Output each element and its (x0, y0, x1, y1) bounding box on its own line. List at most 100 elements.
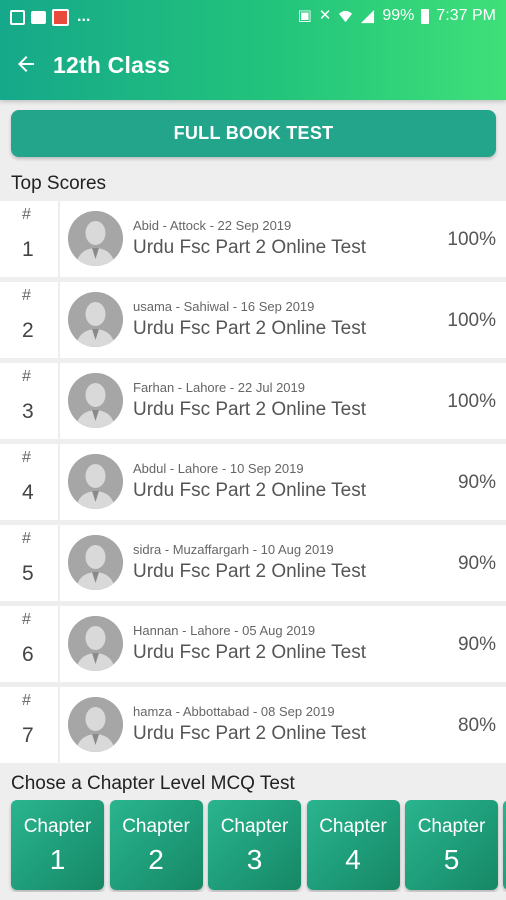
chapters-title: Chose a Chapter Level MCQ Test (11, 773, 295, 794)
nfc-icon: ▣ (297, 7, 312, 24)
rank-hash-label: # (22, 611, 31, 628)
rank-hash-label: # (22, 449, 31, 466)
score-info: sidra - Muzaffargarh - 10 Aug 2019 Urdu F… (60, 525, 506, 601)
clock: 7:37 PM (436, 7, 496, 24)
rank-cell: #5 (0, 525, 58, 601)
user-silhouette-icon (68, 211, 123, 266)
score-value: 100% (447, 229, 496, 250)
user-silhouette-icon (68, 373, 123, 428)
chapter-label: Chapter (122, 816, 190, 837)
rank-number: 1 (22, 238, 34, 261)
back-button[interactable] (8, 46, 44, 82)
rank-cell: #1 (0, 201, 58, 277)
score-meta: usama - Sahiwal - 16 Sep 2019 (133, 299, 315, 314)
rank-number: 4 (22, 481, 34, 504)
rank-number: 2 (22, 319, 34, 342)
chapter-number: 5 (443, 844, 460, 875)
score-info: Abid - Attock - 22 Sep 2019 Urdu Fsc Part… (60, 201, 506, 277)
battery-percent: 99% (382, 7, 415, 24)
test-name: Urdu Fsc Part 2 Online Test (133, 399, 367, 420)
arrow-left-icon (18, 56, 34, 72)
score-list: #1 Abid - Attock - 22 Sep 2019 Urdu Fsc Pa… (0, 201, 506, 768)
score-info: Hannan - Lahore - 05 Aug 2019 Urdu Fsc Pa… (60, 606, 506, 682)
chapter-tile[interactable]: Chapter 5 (405, 800, 498, 890)
chapter-tile[interactable]: Chapter 2 (109, 800, 203, 890)
score-row[interactable]: #7 hamza - Abbottabad - 08 Sep 2019 Urdu F… (0, 687, 506, 763)
chapter-tile[interactable]: Chapter 3 (208, 800, 301, 890)
score-value: 90% (457, 553, 496, 574)
rank-cell: #6 (0, 606, 58, 682)
chapter-number: 2 (148, 844, 164, 875)
score-row[interactable]: #2 usama - Sahiwal - 16 Sep 2019 Urdu Fsc … (0, 282, 506, 358)
chapter-number: 3 (246, 844, 263, 875)
chapter-list: Chapter 1 Chapter 2 Chapter 3 Chapter 4 Chapter 5 (0, 800, 506, 892)
page-title: 12th Class (53, 52, 171, 78)
score-info: Farhan - Lahore - 22 Jul 2019 Urdu Fsc Pa… (60, 363, 506, 439)
image-notification-icon (10, 9, 25, 25)
test-name: Urdu Fsc Part 2 Online Test (133, 237, 367, 258)
cell-signal-icon (361, 9, 375, 23)
test-name: Urdu Fsc Part 2 Online Test (133, 723, 367, 744)
user-silhouette-icon (68, 535, 123, 590)
score-row[interactable]: #3 Farhan - Lahore - 22 Jul 2019 Urdu Fsc … (0, 363, 506, 439)
rank-number: 5 (22, 562, 34, 585)
score-value: 90% (457, 634, 496, 655)
rank-number: 6 (22, 643, 34, 666)
score-row[interactable]: #1 Abid - Attock - 22 Sep 2019 Urdu Fsc Pa… (0, 201, 506, 277)
score-meta: Hannan - Lahore - 05 Aug 2019 (133, 623, 316, 638)
rank-cell: #4 (0, 444, 58, 520)
score-value: 100% (447, 391, 496, 412)
rank-hash-label: # (22, 692, 31, 709)
test-name: Urdu Fsc Part 2 Online Test (133, 318, 367, 339)
notification-icons: ... (10, 8, 90, 26)
score-meta: hamza - Abbottabad - 08 Sep 2019 (133, 704, 335, 719)
rank-hash-label: # (22, 368, 31, 385)
status-bar: ... ▣ ✕ 99% 7:37 PM (0, 0, 506, 34)
score-info: hamza - Abbottabad - 08 Sep 2019 Urdu Fsc… (60, 687, 506, 763)
rank-hash-label: # (22, 530, 31, 547)
user-silhouette-icon (68, 616, 123, 671)
chapter-tile[interactable]: Chapter 1 (11, 800, 104, 890)
test-name: Urdu Fsc Part 2 Online Test (133, 480, 367, 501)
score-row[interactable]: #5 sidra - Muzaffargarh - 10 Aug 2019 Urdu… (0, 525, 506, 601)
top-scores-title: Top Scores (11, 173, 107, 194)
score-row[interactable]: #6 Hannan - Lahore - 05 Aug 2019 Urdu Fsc … (0, 606, 506, 682)
user-silhouette-icon (68, 454, 123, 509)
rank-cell: #7 (0, 687, 58, 763)
score-meta: Farhan - Lahore - 22 Jul 2019 (133, 380, 305, 395)
chapter-number: 4 (345, 844, 361, 875)
rank-hash-label: # (22, 206, 31, 223)
wifi-icon (339, 10, 353, 22)
chapter-number: 1 (49, 844, 66, 875)
rank-cell: #3 (0, 363, 58, 439)
score-info: Abdul - Lahore - 10 Sep 2019 Urdu Fsc Par… (60, 444, 506, 520)
score-row[interactable]: #4 Abdul - Lahore - 10 Sep 2019 Urdu Fsc P… (0, 444, 506, 520)
news-notification-icon (52, 8, 69, 26)
chapter-label: Chapter (220, 816, 289, 837)
more-notifications-icon: ... (77, 8, 91, 25)
system-icons: ▣ ✕ 99% 7:37 PM (298, 7, 496, 25)
chapter-label: Chapter (417, 816, 486, 837)
header: ... ▣ ✕ 99% 7:37 PM 12th Class (0, 0, 506, 100)
full-book-test-button[interactable]: FULL BOOK TEST (11, 110, 496, 157)
score-info: usama - Sahiwal - 16 Sep 2019 Urdu Fsc Pa… (60, 282, 506, 358)
battery-icon (421, 8, 430, 24)
score-meta: Abdul - Lahore - 10 Sep 2019 (133, 461, 304, 476)
score-value: 90% (457, 472, 496, 493)
rank-cell: #2 (0, 282, 58, 358)
rank-number: 3 (22, 400, 34, 423)
app-bar: 12th Class (0, 36, 506, 96)
test-name: Urdu Fsc Part 2 Online Test (133, 561, 367, 582)
rank-hash-label: # (22, 287, 31, 304)
mute-icon: ✕ (318, 7, 332, 24)
chapter-label: Chapter (23, 816, 92, 837)
score-meta: Abid - Attock - 22 Sep 2019 (133, 218, 292, 233)
test-name: Urdu Fsc Part 2 Online Test (133, 642, 367, 663)
chapter-label: Chapter (319, 816, 387, 837)
score-meta: sidra - Muzaffargarh - 10 Aug 2019 (133, 542, 334, 557)
score-value: 80% (457, 715, 496, 736)
user-silhouette-icon (68, 292, 123, 347)
user-silhouette-icon (68, 697, 123, 752)
rank-number: 7 (22, 724, 34, 747)
chapter-tile[interactable]: Chapter 4 (306, 800, 400, 890)
